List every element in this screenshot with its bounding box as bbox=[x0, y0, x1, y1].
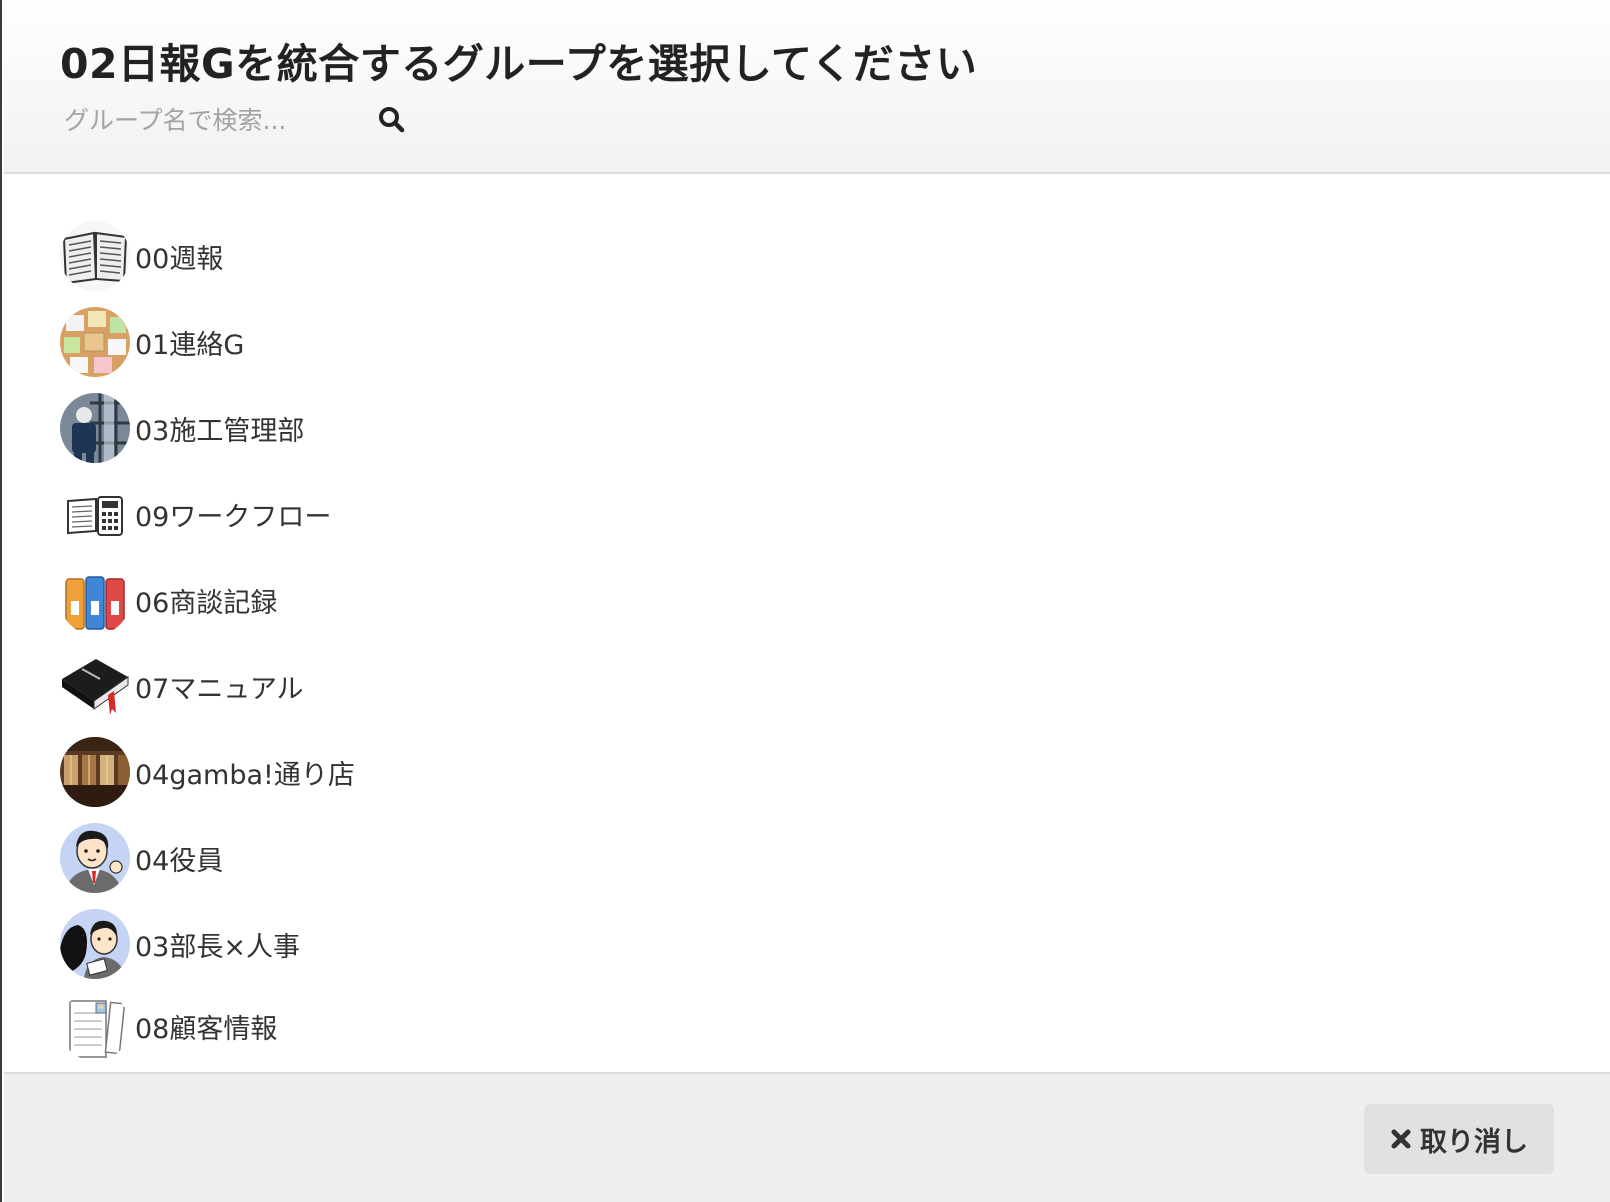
shop-interior-icon bbox=[60, 737, 130, 807]
group-label: 07マニュアル bbox=[135, 673, 304, 705]
close-icon bbox=[1390, 1128, 1412, 1150]
group-label: 06商談記録 bbox=[135, 587, 278, 619]
manager-hr-icon bbox=[60, 909, 130, 979]
group-item[interactable]: 06商談記録 bbox=[60, 560, 660, 640]
group-label: 08顧客情報 bbox=[135, 1013, 278, 1045]
dialog-header: 02日報Gを統合するグループを選択してください bbox=[4, 0, 1610, 174]
group-label: 01連絡G bbox=[135, 329, 245, 361]
cancel-button[interactable]: 取り消し bbox=[1364, 1104, 1554, 1174]
search-bar bbox=[60, 96, 420, 144]
group-item[interactable]: 08顧客情報 bbox=[60, 986, 660, 1066]
group-item[interactable]: 09ワークフロー bbox=[60, 474, 660, 554]
group-item[interactable]: 00週報 bbox=[60, 216, 660, 296]
group-item[interactable]: 04役員 bbox=[60, 818, 660, 898]
search-icon[interactable] bbox=[374, 102, 410, 138]
group-list: 00週報 01連絡G 03施工管理部 09ワークフロー 06商談記録 07マニュ… bbox=[4, 176, 1610, 1072]
book-calculator-icon bbox=[60, 479, 130, 549]
group-item[interactable]: 03部長×人事 bbox=[60, 904, 660, 984]
construction-worker-icon bbox=[60, 393, 130, 463]
sticky-notes-icon bbox=[60, 307, 130, 377]
group-select-dialog: 02日報Gを統合するグループを選択してください グループ名で検索... 00週報… bbox=[0, 0, 1610, 1202]
group-label: 00週報 bbox=[135, 243, 224, 275]
group-item[interactable]: 01連絡G bbox=[60, 302, 660, 382]
open-book-icon bbox=[60, 221, 130, 291]
group-label: 09ワークフロー bbox=[135, 501, 332, 533]
search-input[interactable] bbox=[60, 96, 370, 144]
customer-documents-icon bbox=[60, 991, 130, 1061]
group-label: 03部長×人事 bbox=[135, 931, 300, 963]
manual-book-icon bbox=[60, 651, 130, 721]
dialog-title: 02日報Gを統合するグループを選択してください bbox=[60, 40, 978, 88]
group-label: 04gamba!通り店 bbox=[135, 759, 355, 791]
binders-icon bbox=[60, 565, 130, 635]
group-label: 03施工管理部 bbox=[135, 415, 305, 447]
dialog-footer: 取り消し bbox=[4, 1072, 1610, 1202]
cancel-button-label: 取り消し bbox=[1420, 1126, 1528, 1158]
group-label: 04役員 bbox=[135, 845, 224, 877]
group-item[interactable]: 03施工管理部 bbox=[60, 388, 660, 468]
businessman-thumbs-up-icon bbox=[60, 823, 130, 893]
group-item[interactable]: 04gamba!通り店 bbox=[60, 732, 660, 812]
group-item[interactable]: 07マニュアル bbox=[60, 646, 660, 726]
